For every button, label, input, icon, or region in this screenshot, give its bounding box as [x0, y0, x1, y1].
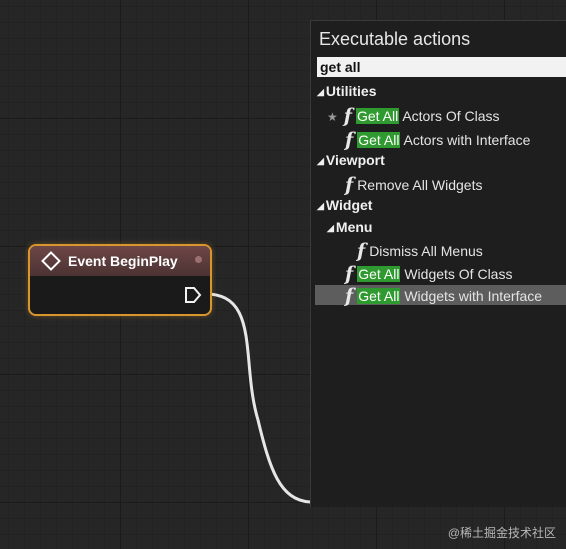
exec-output-pin-icon[interactable] [184, 286, 202, 304]
panel-title: Executable actions [319, 29, 471, 49]
action-item-get-all-widgets-with-interface[interactable]: f Get All Widgets with Interface [315, 285, 566, 307]
expanded-arrow-icon: ◢ [317, 156, 324, 166]
expanded-arrow-icon: ◢ [317, 201, 324, 211]
action-item-get-all-actors-with-interface[interactable]: f Get All Actors with Interface [345, 129, 530, 151]
expanded-arrow-icon: ◢ [327, 223, 334, 233]
category-viewport[interactable]: ◢ Viewport [317, 150, 385, 170]
function-icon: f [345, 263, 354, 285]
function-icon: f [343, 105, 352, 127]
category-menu[interactable]: ◢ Menu [327, 217, 372, 237]
node-header[interactable]: Event BeginPlay [30, 246, 210, 276]
action-item-remove-all-widgets[interactable]: f Remove All Widgets [345, 174, 482, 196]
function-icon: f [345, 285, 354, 307]
action-item-get-all-widgets-of-class[interactable]: f Get All Widgets Of Class [345, 263, 512, 285]
event-diamond-icon [41, 251, 61, 271]
action-item-get-all-actors-of-class[interactable]: ★ f Get All Actors Of Class [317, 105, 566, 127]
action-item-dismiss-all-menus[interactable]: f Dismiss All Menus [357, 240, 483, 262]
watermark: @稀土掘金技术社区 [447, 526, 556, 540]
event-beginplay-node[interactable]: Event BeginPlay [28, 244, 212, 316]
executable-actions-panel: Executable actions ◢Utilities ★ fGet All … [310, 20, 566, 507]
category-widget[interactable]: ◢ Widget [317, 195, 372, 215]
function-icon: f [345, 174, 354, 196]
favorite-star-icon[interactable]: ★ [327, 110, 338, 124]
node-title: Event BeginPlay [68, 253, 178, 269]
function-icon: f [357, 240, 366, 262]
category-utilities[interactable]: ◢ Utilities [317, 81, 377, 101]
node-corner-dot [195, 256, 202, 263]
function-icon: f [345, 129, 354, 151]
expanded-arrow-icon: ◢ [317, 87, 324, 97]
search-input[interactable] [317, 57, 566, 77]
